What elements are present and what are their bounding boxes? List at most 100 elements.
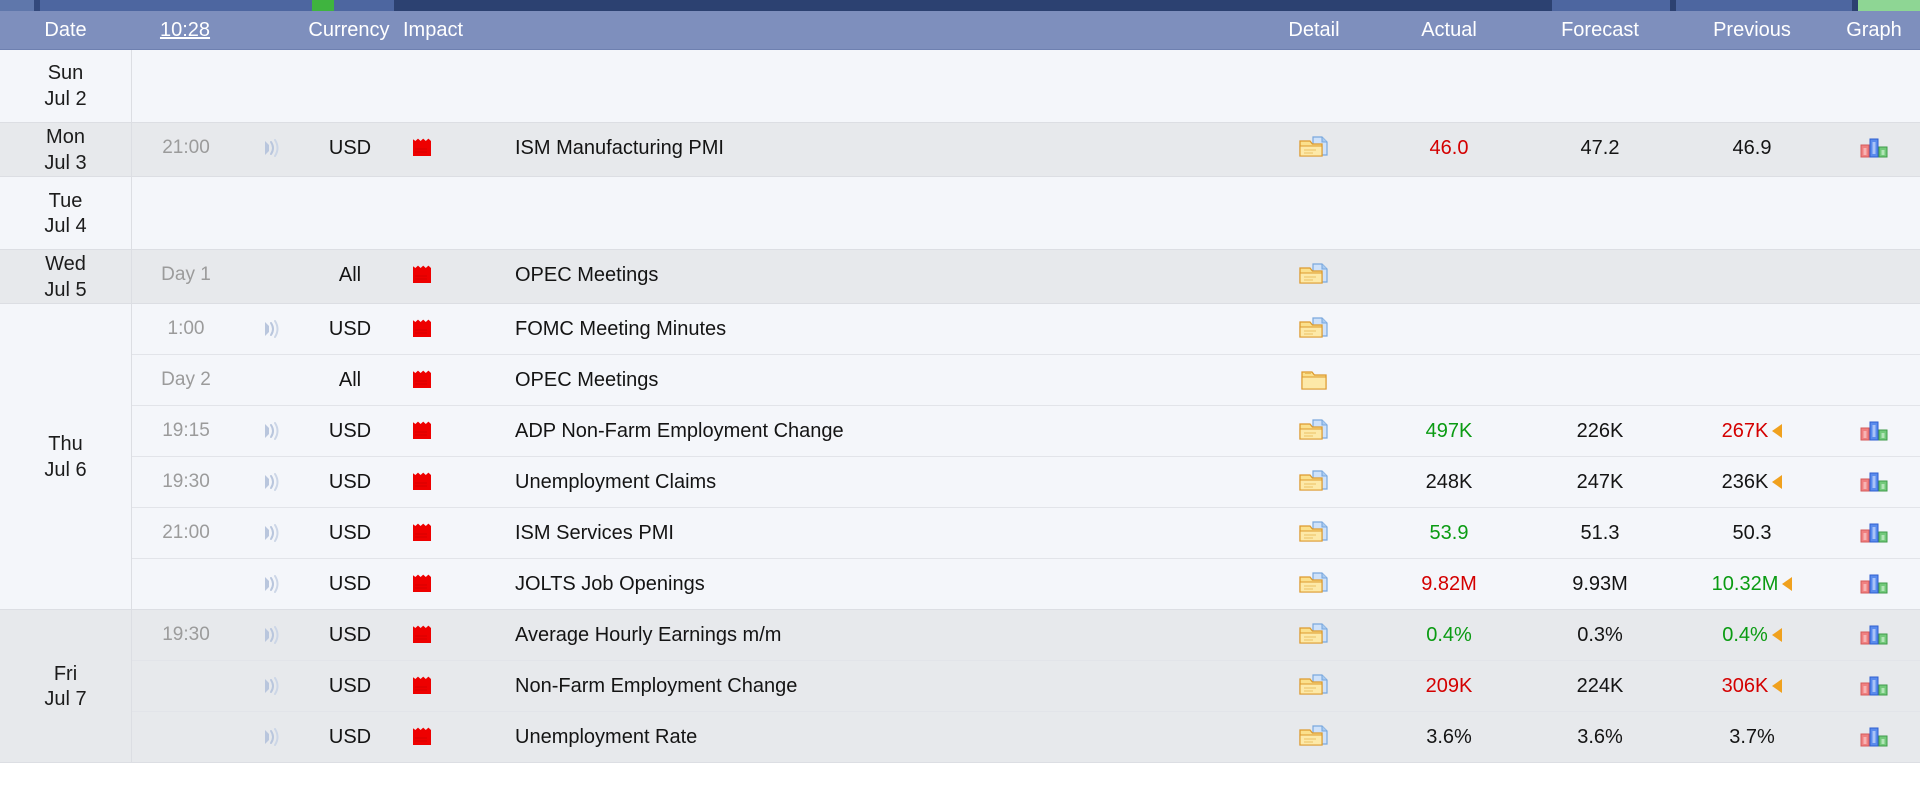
bar-chart-icon[interactable]	[1859, 572, 1889, 596]
event-title[interactable]: Average Hourly Earnings m/m	[496, 624, 1254, 647]
event-graph-cell[interactable]	[1828, 572, 1920, 596]
event-row[interactable]: 19:15 USD ADP Non-Farm Employment Change 49…	[132, 406, 1920, 458]
bar-chart-icon[interactable]	[1859, 623, 1889, 647]
folder-document-icon[interactable]	[1298, 468, 1330, 496]
event-title[interactable]: OPEC Meetings	[496, 369, 1254, 392]
bar-chart-icon[interactable]	[1859, 521, 1889, 545]
date-cell[interactable]: Thu Jul 6	[0, 304, 132, 610]
date-cell[interactable]: Wed Jul 5	[0, 250, 132, 304]
revision-triangle-icon[interactable]	[1772, 678, 1783, 693]
event-row[interactable]: 21:00 USD ISM Manufacturing PMI 46.0 47.2 46.…	[132, 123, 1920, 173]
folder-document-icon[interactable]	[1298, 417, 1330, 445]
event-row[interactable]: 21:00 USD ISM Services PMI 53.9 51.3 50.3	[132, 508, 1920, 560]
red-folded-flag-icon[interactable]	[410, 368, 434, 392]
event-row[interactable]: USD JOLTS Job Openings 9.82M 9.93M 10.32M	[132, 559, 1920, 609]
event-graph-cell[interactable]	[1828, 419, 1920, 443]
column-header-previous[interactable]: Previous	[1676, 19, 1828, 42]
bar-chart-icon[interactable]	[1859, 674, 1889, 698]
red-folded-flag-icon[interactable]	[410, 623, 434, 647]
column-header-impact[interactable]: Impact	[397, 19, 489, 42]
event-title[interactable]: Unemployment Claims	[496, 471, 1254, 494]
red-folded-flag-icon[interactable]	[410, 136, 434, 160]
folder-document-icon[interactable]	[1298, 519, 1330, 547]
event-row[interactable]: Day 2 All OPEC Meetings	[132, 355, 1920, 407]
folder-document-icon[interactable]	[1298, 621, 1330, 649]
red-folded-flag-icon[interactable]	[410, 572, 434, 596]
red-folded-flag-icon[interactable]	[410, 470, 434, 494]
folder-document-icon[interactable]	[1298, 134, 1330, 162]
event-row[interactable]: 19:30 USD Unemployment Claims 248K 247K 236K	[132, 457, 1920, 509]
event-detail-cell[interactable]	[1254, 672, 1374, 700]
event-detail-cell[interactable]	[1254, 134, 1374, 162]
event-title[interactable]: Non-Farm Employment Change	[496, 675, 1254, 698]
column-header-time-label[interactable]: 10:28	[160, 19, 210, 41]
red-folded-flag-icon[interactable]	[410, 263, 434, 287]
folder-document-icon[interactable]	[1298, 261, 1330, 289]
event-detail-cell[interactable]	[1254, 315, 1374, 343]
event-graph-cell[interactable]	[1828, 521, 1920, 545]
column-header-date[interactable]: Date	[0, 19, 131, 42]
revision-triangle-icon[interactable]	[1772, 423, 1783, 438]
sound-icon[interactable]	[262, 624, 280, 646]
bar-chart-icon[interactable]	[1859, 419, 1889, 443]
red-folded-flag-icon[interactable]	[410, 419, 434, 443]
sound-icon[interactable]	[262, 318, 280, 340]
red-folded-flag-icon[interactable]	[410, 725, 434, 749]
event-title[interactable]: ADP Non-Farm Employment Change	[496, 420, 1254, 443]
date-cell[interactable]: Mon Jul 3	[0, 123, 132, 177]
event-title[interactable]: Unemployment Rate	[496, 726, 1254, 749]
bar-chart-icon[interactable]	[1859, 725, 1889, 749]
sound-icon[interactable]	[262, 420, 280, 442]
revision-triangle-icon[interactable]	[1771, 627, 1782, 642]
event-title[interactable]: JOLTS Job Openings	[496, 573, 1254, 596]
revision-triangle-icon[interactable]	[1772, 474, 1783, 489]
column-header-actual[interactable]: Actual	[1374, 19, 1524, 42]
red-folded-flag-icon[interactable]	[410, 521, 434, 545]
revision-triangle-icon[interactable]	[1782, 576, 1793, 591]
event-graph-cell[interactable]	[1828, 623, 1920, 647]
event-detail-cell[interactable]	[1254, 519, 1374, 547]
column-header-time[interactable]: 10:28	[131, 19, 239, 42]
event-graph-cell[interactable]	[1828, 725, 1920, 749]
event-row[interactable]: USD Non-Farm Employment Change 209K 224K 306…	[132, 661, 1920, 713]
folder-document-icon[interactable]	[1298, 570, 1330, 598]
sound-icon[interactable]	[262, 522, 280, 544]
sound-icon[interactable]	[262, 471, 280, 493]
folder-document-icon[interactable]	[1298, 672, 1330, 700]
event-row[interactable]: 1:00 USD FOMC Meeting Minutes	[132, 304, 1920, 356]
date-cell[interactable]: Tue Jul 4	[0, 177, 132, 250]
bar-chart-icon[interactable]	[1859, 136, 1889, 160]
sound-icon[interactable]	[262, 573, 280, 595]
column-header-forecast[interactable]: Forecast	[1524, 19, 1676, 42]
event-detail-cell[interactable]	[1254, 367, 1374, 393]
event-row[interactable]: USD Unemployment Rate 3.6% 3.6% 3.7%	[132, 712, 1920, 762]
event-title[interactable]: FOMC Meeting Minutes	[496, 318, 1254, 341]
bar-chart-icon[interactable]	[1859, 470, 1889, 494]
column-header-currency[interactable]: Currency	[301, 19, 397, 42]
sound-icon[interactable]	[262, 137, 280, 159]
event-row[interactable]: Day 1 All OPEC Meetings	[132, 250, 1920, 300]
event-detail-cell[interactable]	[1254, 621, 1374, 649]
event-graph-cell[interactable]	[1828, 136, 1920, 160]
red-folded-flag-icon[interactable]	[410, 317, 434, 341]
event-detail-cell[interactable]	[1254, 417, 1374, 445]
event-graph-cell[interactable]	[1828, 674, 1920, 698]
event-title[interactable]: OPEC Meetings	[496, 264, 1254, 287]
sound-icon[interactable]	[262, 675, 280, 697]
event-graph-cell[interactable]	[1828, 470, 1920, 494]
folder-document-icon[interactable]	[1298, 723, 1330, 751]
event-detail-cell[interactable]	[1254, 261, 1374, 289]
column-header-graph[interactable]: Graph	[1828, 19, 1920, 42]
event-title[interactable]: ISM Manufacturing PMI	[496, 137, 1254, 160]
event-detail-cell[interactable]	[1254, 468, 1374, 496]
event-detail-cell[interactable]	[1254, 723, 1374, 751]
event-detail-cell[interactable]	[1254, 570, 1374, 598]
date-cell[interactable]: Fri Jul 7	[0, 610, 132, 763]
red-folded-flag-icon[interactable]	[410, 674, 434, 698]
event-row[interactable]: 19:30 USD Average Hourly Earnings m/m 0.4% 0…	[132, 610, 1920, 662]
folder-icon[interactable]	[1300, 367, 1328, 393]
folder-document-icon[interactable]	[1298, 315, 1330, 343]
event-title[interactable]: ISM Services PMI	[496, 522, 1254, 545]
column-header-detail[interactable]: Detail	[1254, 19, 1374, 42]
date-cell[interactable]: Sun Jul 2	[0, 50, 132, 122]
